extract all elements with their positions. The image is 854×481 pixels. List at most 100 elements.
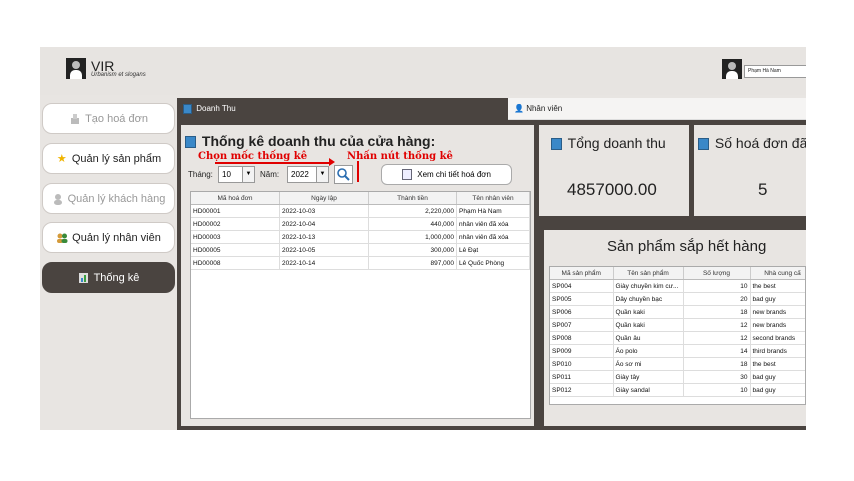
- table-cell: 2022-10-03: [279, 204, 369, 218]
- table-row[interactable]: HD00002 2022-10-04 440,000 nhân viên đã …: [191, 217, 530, 231]
- table-row[interactable]: HD00003 2022-10-13 1,000,000 nhân viên đ…: [191, 230, 530, 244]
- view-invoice-detail-button[interactable]: Xem chi tiết hoá đơn: [381, 164, 512, 185]
- content-area: Thống kê doanh thu của cửa hàng: Chọn mố…: [177, 120, 806, 430]
- table-cell: nhân viên đã xóa: [456, 217, 530, 231]
- table-cell: Giày tây: [613, 370, 684, 384]
- tab-employees[interactable]: 👤 Nhân viên: [508, 98, 806, 120]
- users-icon: [56, 232, 68, 244]
- column-header[interactable]: Mã hoá đơn: [191, 192, 280, 205]
- table-cell: Quần kaki: [613, 318, 684, 332]
- sidebar-item-employees[interactable]: Quản lý nhân viên: [42, 222, 175, 253]
- invoice-table[interactable]: Mã hoá đơn Ngày lập Thành tiền Tên nhân …: [190, 191, 531, 419]
- invoice-count-label-text: Số hoá đơn đã: [714, 135, 806, 151]
- table-cell: 18: [683, 305, 751, 319]
- stats-icon: [78, 272, 90, 284]
- chevron-down-icon[interactable]: ▼: [316, 167, 328, 182]
- table-cell: Quần âu: [613, 331, 684, 345]
- low-stock-table[interactable]: Mã sản phẩm Tên sản phẩm Số lượng Nhà cu…: [549, 266, 806, 405]
- table-cell: HD00001: [191, 204, 280, 218]
- table-row[interactable]: SP004 Giày chuyền kim cư... 10 the best: [550, 279, 805, 293]
- star-icon: ★: [56, 152, 67, 165]
- year-select[interactable]: 2022 ▼: [287, 166, 329, 183]
- annotation-press-button: Nhấn nút thống kê: [347, 151, 453, 162]
- invoice-count-label: Số hoá đơn đã: [698, 135, 806, 151]
- table-cell: SP007: [550, 318, 614, 332]
- total-revenue-label: Tổng doanh thu: [551, 135, 666, 151]
- sidebar-item-create-invoice[interactable]: Tạo hoá đơn: [42, 103, 175, 134]
- sidebar-item-label: Quản lý khách hàng: [67, 192, 166, 205]
- table-row[interactable]: SP009 Áo polo 14 third brands: [550, 344, 805, 358]
- table-row[interactable]: HD00001 2022-10-03 2,220,000 Phạm Hà Nam: [191, 204, 530, 218]
- stats-icon: [551, 138, 562, 151]
- invoice-icon: [69, 113, 81, 125]
- table-cell: SP004: [550, 279, 614, 293]
- column-header[interactable]: Số lượng: [683, 267, 751, 280]
- user-icon: [52, 193, 64, 205]
- tab-label: Nhân viên: [526, 104, 563, 113]
- table-row[interactable]: SP006 Quần kaki 18 new brands: [550, 305, 805, 319]
- table-row[interactable]: SP008 Quần âu 12 second brands: [550, 331, 805, 345]
- month-label: Tháng:: [188, 170, 213, 179]
- table-row[interactable]: SP005 Dây chuyền bạc 20 bad guy: [550, 292, 805, 306]
- column-header[interactable]: Nhà cung cấ: [750, 267, 805, 280]
- table-cell: 10: [683, 383, 751, 397]
- table-cell: SP010: [550, 357, 614, 371]
- detail-button-label: Xem chi tiết hoá đơn: [417, 170, 491, 179]
- sidebar-item-label: Tạo hoá đơn: [85, 112, 148, 125]
- month-value: 10: [222, 170, 231, 179]
- column-header[interactable]: Tên nhân viên: [456, 192, 530, 205]
- table-cell: 18: [683, 357, 751, 371]
- column-header[interactable]: Tên sản phẩm: [613, 267, 684, 280]
- chevron-down-icon[interactable]: ▼: [242, 167, 254, 182]
- column-header[interactable]: Ngày lập: [279, 192, 369, 205]
- sidebar-item-customers[interactable]: Quản lý khách hàng: [42, 183, 175, 214]
- table-row[interactable]: SP012 Giày sandal 10 bad guy: [550, 383, 805, 397]
- table-cell: 897,000: [368, 256, 457, 270]
- table-cell: the best: [750, 279, 805, 293]
- table-cell: the best: [750, 357, 805, 371]
- table-cell: Quần kaki: [613, 305, 684, 319]
- tab-bar: Doanh Thu 👤 Nhân viên: [177, 98, 806, 120]
- table-cell: 2022-10-05: [279, 243, 369, 257]
- table-cell: nhân viên đã xóa: [456, 230, 530, 244]
- table-cell: HD00005: [191, 243, 280, 257]
- table-cell: 12: [683, 331, 751, 345]
- table-cell: 12: [683, 318, 751, 332]
- brand-slogan: Urbanism et slogans: [91, 72, 146, 78]
- revenue-title: Thống kê doanh thu của cửa hàng:: [185, 133, 435, 149]
- search-icon: [337, 168, 350, 181]
- search-button[interactable]: [334, 165, 353, 184]
- table-row[interactable]: HD00005 2022-10-05 300,000 Lê Đạt: [191, 243, 530, 257]
- table-row[interactable]: SP011 Giày tây 30 bad guy: [550, 370, 805, 384]
- user-avatar: [722, 59, 742, 79]
- column-header[interactable]: Mã sản phẩm: [550, 267, 614, 280]
- low-stock-title: Sản phẩm sắp hết hàng: [607, 238, 767, 255]
- table-cell: new brands: [750, 305, 805, 319]
- revenue-panel: Thống kê doanh thu của cửa hàng: Chọn mố…: [181, 125, 534, 426]
- current-user-field[interactable]: Phạm Hà Nam: [744, 65, 806, 78]
- table-row[interactable]: HD00008 2022-10-14 897,000 Lê Quốc Phòng: [191, 256, 530, 270]
- table-cell: third brands: [750, 344, 805, 358]
- sidebar-item-statistics[interactable]: Thống kê: [42, 262, 175, 293]
- table-row[interactable]: SP010 Áo sơ mi 18 the best: [550, 357, 805, 371]
- table-cell: Phạm Hà Nam: [456, 204, 530, 218]
- table-cell: Áo sơ mi: [613, 357, 684, 371]
- column-header[interactable]: Thành tiền: [368, 192, 457, 205]
- table-cell: HD00008: [191, 256, 280, 270]
- annotation-arrow-line: [215, 162, 331, 164]
- table-cell: HD00003: [191, 230, 280, 244]
- month-select[interactable]: 10 ▼: [218, 166, 255, 183]
- sidebar-item-label: Quản lý nhân viên: [72, 231, 161, 244]
- table-cell: Giày sandal: [613, 383, 684, 397]
- table-cell: bad guy: [750, 370, 805, 384]
- annotation-select-period: Chọn mốc thống kê: [198, 151, 308, 162]
- tab-revenue[interactable]: Doanh Thu: [177, 98, 508, 120]
- table-cell: 30: [683, 370, 751, 384]
- revenue-title-text: Thống kê doanh thu của cửa hàng:: [201, 133, 436, 149]
- table-cell: 10: [683, 279, 751, 293]
- table-row[interactable]: SP007 Quần kaki 12 new brands: [550, 318, 805, 332]
- table-cell: SP005: [550, 292, 614, 306]
- sidebar-item-label: Quản lý sản phẩm: [71, 152, 162, 165]
- stats-icon: [183, 103, 192, 114]
- sidebar-item-products[interactable]: ★ Quản lý sản phẩm: [42, 143, 175, 174]
